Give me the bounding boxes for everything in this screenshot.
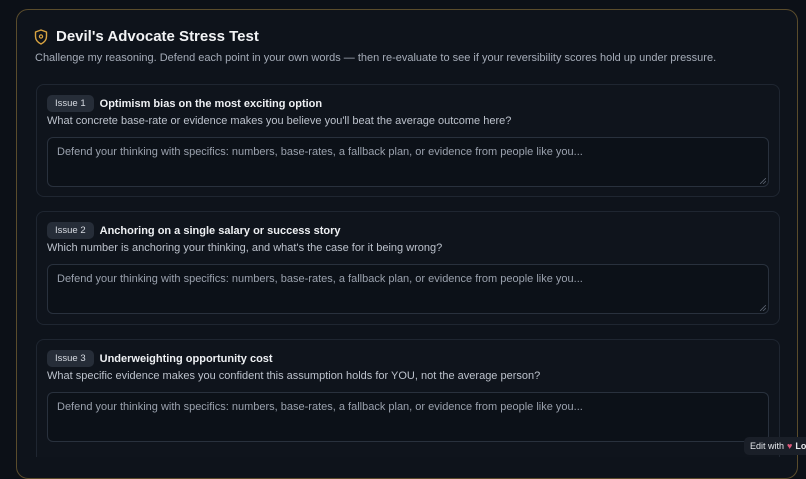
issue-question: What concrete base-rate or evidence make… <box>47 115 512 127</box>
issue-title: Anchoring on a single salary or success … <box>99 224 341 237</box>
panel-subtitle: Challenge my reasoning. Defend each poin… <box>35 52 717 64</box>
panel-header: Devil's Advocate Stress Test <box>34 28 259 45</box>
issue-badge: Issue 2 <box>47 222 94 240</box>
issue-card-2: Issue 2 Anchoring on a single salary or … <box>36 211 780 325</box>
issue-card-3: Issue 3 Underweighting opportunity cost … <box>36 339 780 457</box>
issue-card-1: Issue 1 Optimism bias on the most exciti… <box>36 84 780 197</box>
issue-badge: Issue 3 <box>47 350 94 368</box>
resize-handle-icon[interactable] <box>760 305 766 311</box>
issue-header: Issue 2 Anchoring on a single salary or … <box>47 222 341 240</box>
edit-with-badge[interactable]: Edit with ♥ Lov <box>744 437 806 455</box>
defense-textarea-1[interactable]: Defend your thinking with specifics: num… <box>47 137 769 187</box>
heart-icon: ♥ <box>787 441 793 451</box>
textarea-placeholder: Defend your thinking with specifics: num… <box>57 146 583 158</box>
textarea-placeholder: Defend your thinking with specifics: num… <box>57 273 583 285</box>
issue-badge: Issue 1 <box>47 95 94 113</box>
panel-title: Devil's Advocate Stress Test <box>56 28 259 45</box>
brand-name: Lov <box>795 441 806 451</box>
edit-with-label: Edit with <box>750 441 785 451</box>
issue-header: Issue 3 Underweighting opportunity cost <box>47 350 273 368</box>
defense-textarea-2[interactable]: Defend your thinking with specifics: num… <box>47 264 769 314</box>
resize-handle-icon[interactable] <box>760 178 766 184</box>
shield-icon <box>34 28 48 45</box>
defense-textarea-3[interactable]: Defend your thinking with specifics: num… <box>47 392 769 442</box>
textarea-placeholder: Defend your thinking with specifics: num… <box>57 401 583 413</box>
issue-title: Underweighting opportunity cost <box>99 352 273 365</box>
issue-question: Which number is anchoring your thinking,… <box>47 242 443 254</box>
issue-title: Optimism bias on the most exciting optio… <box>99 97 323 110</box>
issue-header: Issue 1 Optimism bias on the most exciti… <box>47 95 323 113</box>
issue-question: What specific evidence makes you confide… <box>47 370 541 382</box>
